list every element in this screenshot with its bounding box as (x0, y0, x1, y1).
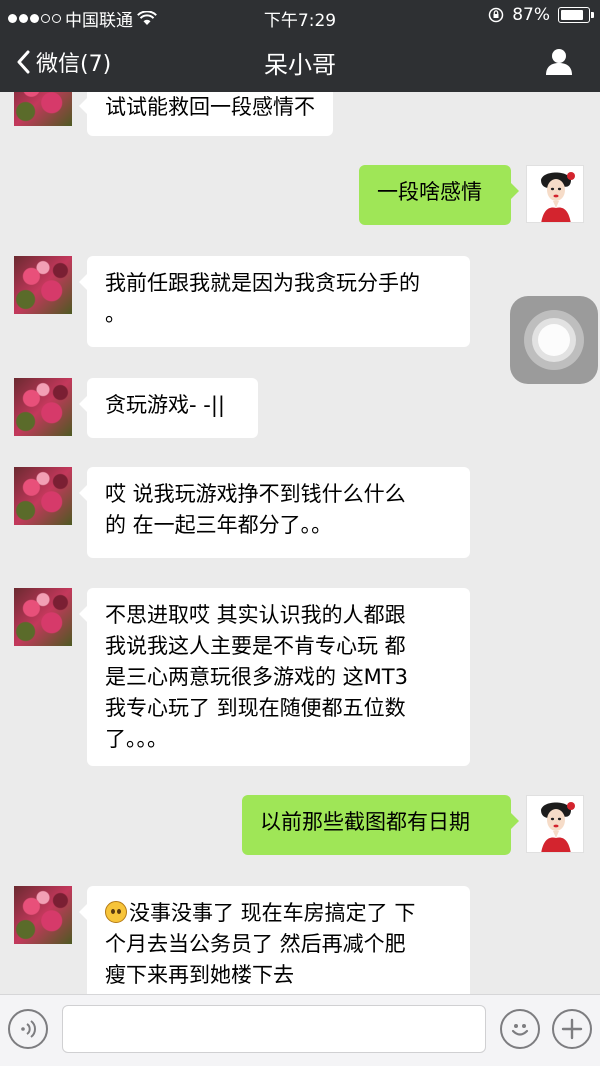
message-text: 以前那些截图都有日期 (260, 810, 470, 834)
message-line: 我说我这人主要是不肯专心玩 都 (105, 634, 406, 658)
message-bubble-sent[interactable]: 以前那些截图都有日期 (242, 795, 519, 855)
orientation-lock-icon (488, 7, 504, 23)
contact-avatar[interactable] (14, 588, 72, 646)
emoji-button[interactable] (500, 1009, 540, 1049)
chat-header: 微信(7) 呆小哥 (0, 32, 600, 92)
message-list[interactable]: 试试能救回一段感情不 一段啥感情 我前任跟我就是因为我贪玩分手的 。 贪玩游戏-… (0, 92, 600, 994)
chat-title: 呆小哥 (264, 51, 336, 79)
contact-avatar[interactable] (14, 92, 72, 126)
battery-percent: 87% (512, 5, 550, 25)
contact-avatar[interactable] (14, 467, 72, 525)
message-line: 的 在一起三年都分了。。 (105, 513, 333, 537)
contact-avatar[interactable] (14, 256, 72, 314)
more-button[interactable] (552, 1009, 592, 1049)
message-text: 贪玩游戏- -|| (105, 393, 225, 417)
message-bubble-received[interactable]: 贪玩游戏- -|| (79, 378, 258, 438)
message-line: 。 (105, 302, 126, 326)
message-line: 了。。。 (105, 727, 168, 751)
message-bubble-received[interactable]: 没事没事了 现在车房搞定了 下 个月去当公务员了 然后再减个肥 瘦下来再到她楼下… (79, 886, 470, 994)
message-line: 哎 说我玩游戏挣不到钱什么什么 (105, 482, 406, 506)
voice-button[interactable] (8, 1009, 48, 1049)
sweat-face-icon (105, 901, 127, 923)
message-line: 是三心两意玩很多游戏的 这MT3 (105, 665, 408, 689)
plus-icon (561, 1018, 583, 1040)
cartoon-girl-avatar (527, 796, 583, 852)
person-icon (546, 49, 572, 75)
message-line: 我专心玩了 到现在随便都五位数 (105, 696, 406, 720)
assistive-touch-button[interactable] (510, 296, 598, 384)
message-bubble-received[interactable]: 不思进取哎 其实认识我的人都跟 我说我这人主要是不肯专心玩 都 是三心两意玩很多… (79, 588, 470, 766)
message-line: 没事没事了 现在车房搞定了 下 (105, 898, 452, 929)
message-bubble-received[interactable]: 我前任跟我就是因为我贪玩分手的 。 (79, 256, 470, 347)
message-line: 瘦下来再到她楼下去 (105, 963, 294, 987)
message-line: 个月去当公务员了 然后再减个肥 (105, 932, 406, 956)
battery-icon (558, 7, 594, 23)
message-bubble-sent[interactable]: 一段啥感情 (359, 165, 519, 225)
my-avatar[interactable] (526, 795, 584, 853)
message-text: 一段啥感情 (377, 180, 482, 204)
message-line: 不思进取哎 其实认识我的人都跟 (105, 603, 406, 627)
message-line: 我前任跟我就是因为我贪玩分手的 (105, 271, 420, 295)
message-input[interactable] (62, 1005, 486, 1053)
my-avatar[interactable] (526, 165, 584, 223)
input-bar (0, 994, 600, 1066)
message-text: 试试能救回一段感情不 (105, 95, 315, 119)
contact-avatar[interactable] (14, 378, 72, 436)
voice-icon (21, 1020, 36, 1038)
profile-button[interactable] (544, 46, 574, 80)
message-bubble-received[interactable]: 试试能救回一段感情不 (79, 92, 333, 136)
contact-avatar[interactable] (14, 886, 72, 944)
cartoon-girl-avatar (527, 166, 583, 222)
smiley-icon (511, 1024, 529, 1036)
status-bar: 中国联通 下午7:29 87% (0, 0, 600, 32)
message-bubble-received[interactable]: 哎 说我玩游戏挣不到钱什么什么 的 在一起三年都分了。。 (79, 467, 470, 558)
